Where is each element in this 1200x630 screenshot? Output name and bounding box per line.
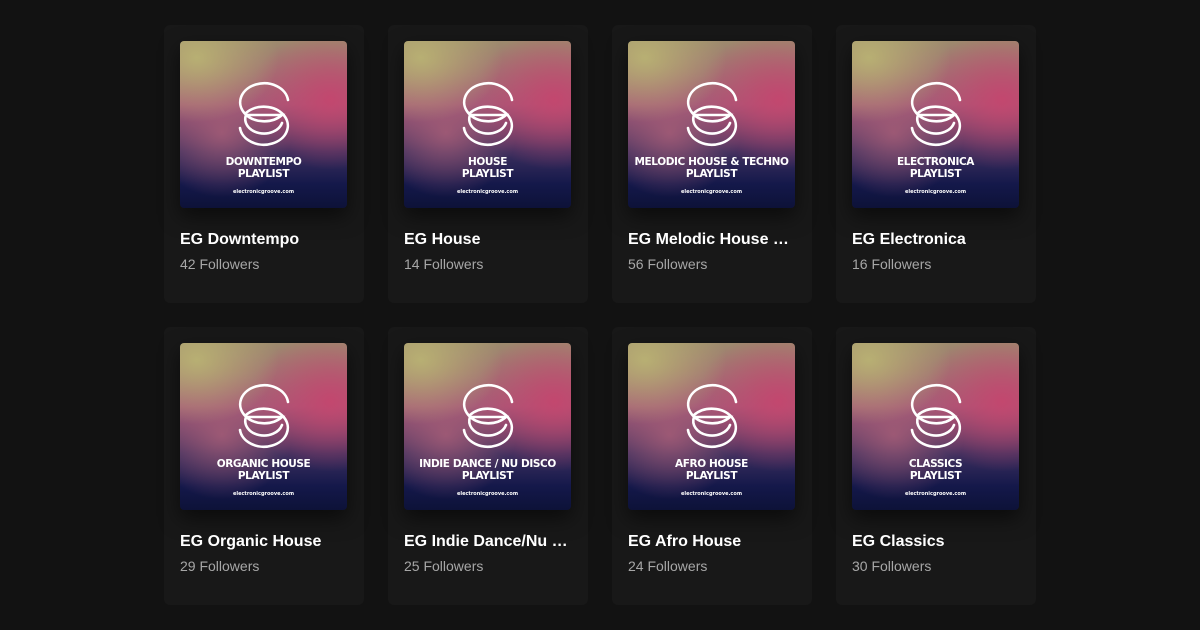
playlist-title[interactable]: EG House	[404, 230, 574, 250]
electronic-groove-logo-icon	[686, 82, 737, 146]
playlist-cover[interactable]: AFRO HOUSE PLAYLIST electronicgroove.com	[628, 343, 795, 510]
cover-url: electronicgroove.com	[904, 491, 967, 497]
playlist-followers: 25 Followers	[404, 558, 484, 574]
playlist-card-melodic-house-techno[interactable]: MELODIC HOUSE & TECHNO PLAYLIST electron…	[612, 25, 812, 303]
playlist-card-organic-house[interactable]: ORGANIC HOUSE PLAYLIST electronicgroove.…	[164, 327, 364, 605]
playlist-title[interactable]: EG Electronica	[852, 230, 1022, 250]
cover-url: electronicgroove.com	[232, 189, 295, 195]
cover-title: ORGANIC HOUSE PLAYLIST	[216, 458, 311, 482]
cover-url: electronicgroove.com	[456, 189, 519, 195]
playlist-followers: 16 Followers	[852, 256, 932, 272]
electronic-groove-logo-icon	[462, 384, 513, 448]
cover-url: electronicgroove.com	[680, 491, 743, 497]
playlist-followers: 42 Followers	[180, 256, 260, 272]
playlist-followers: 24 Followers	[628, 558, 708, 574]
playlist-grid: DOWNTEMPO PLAYLIST electronicgroove.com …	[164, 25, 1036, 605]
playlist-cover[interactable]: HOUSE PLAYLIST electronicgroove.com	[404, 41, 571, 208]
playlist-cover[interactable]: DOWNTEMPO PLAYLIST electronicgroove.com	[180, 41, 347, 208]
playlist-card-classics[interactable]: CLASSICS PLAYLIST electronicgroove.com E…	[836, 327, 1036, 605]
electronic-groove-logo-icon	[686, 384, 737, 448]
cover-title: INDIE DANCE / NU DISCO PLAYLIST	[419, 458, 556, 482]
playlist-card-electronica[interactable]: ELECTRONICA PLAYLIST electronicgroove.co…	[836, 25, 1036, 303]
playlist-followers: 30 Followers	[852, 558, 932, 574]
playlist-card-downtempo[interactable]: DOWNTEMPO PLAYLIST electronicgroove.com …	[164, 25, 364, 303]
cover-url: electronicgroove.com	[680, 189, 743, 195]
playlist-followers: 56 Followers	[628, 256, 708, 272]
playlist-cover[interactable]: ORGANIC HOUSE PLAYLIST electronicgroove.…	[180, 343, 347, 510]
playlist-title[interactable]: EG Organic House	[180, 532, 350, 552]
electronic-groove-logo-icon	[238, 384, 289, 448]
playlist-followers: 14 Followers	[404, 256, 484, 272]
cover-title: MELODIC HOUSE & TECHNO PLAYLIST	[634, 156, 789, 180]
cover-url: electronicgroove.com	[456, 491, 519, 497]
playlist-title[interactable]: EG Classics	[852, 532, 1022, 552]
electronic-groove-logo-icon	[910, 82, 961, 146]
electronic-groove-logo-icon	[238, 82, 289, 146]
playlist-cover[interactable]: MELODIC HOUSE & TECHNO PLAYLIST electron…	[628, 41, 795, 208]
electronic-groove-logo-icon	[910, 384, 961, 448]
cover-title: HOUSE PLAYLIST	[461, 156, 514, 180]
cover-title: DOWNTEMPO PLAYLIST	[225, 156, 302, 180]
cover-url: electronicgroove.com	[232, 491, 295, 497]
playlist-title[interactable]: EG Downtempo	[180, 230, 350, 250]
playlist-title[interactable]: EG Afro House	[628, 532, 798, 552]
playlist-followers: 29 Followers	[180, 558, 260, 574]
playlist-cover[interactable]: ELECTRONICA PLAYLIST electronicgroove.co…	[852, 41, 1019, 208]
playlist-title[interactable]: EG Melodic House & Techno	[628, 230, 798, 250]
playlist-card-indie-dance-nu-disco[interactable]: INDIE DANCE / NU DISCO PLAYLIST electron…	[388, 327, 588, 605]
cover-url: electronicgroove.com	[904, 189, 967, 195]
playlist-card-house[interactable]: HOUSE PLAYLIST electronicgroove.com EG H…	[388, 25, 588, 303]
cover-title: CLASSICS PLAYLIST	[908, 458, 963, 482]
playlist-cover[interactable]: CLASSICS PLAYLIST electronicgroove.com	[852, 343, 1019, 510]
playlist-card-afro-house[interactable]: AFRO HOUSE PLAYLIST electronicgroove.com…	[612, 327, 812, 605]
cover-title: ELECTRONICA PLAYLIST	[896, 156, 975, 180]
playlist-cover[interactable]: INDIE DANCE / NU DISCO PLAYLIST electron…	[404, 343, 571, 510]
electronic-groove-logo-icon	[462, 82, 513, 146]
cover-title: AFRO HOUSE PLAYLIST	[675, 458, 748, 482]
playlist-title[interactable]: EG Indie Dance/Nu Disco	[404, 532, 574, 552]
